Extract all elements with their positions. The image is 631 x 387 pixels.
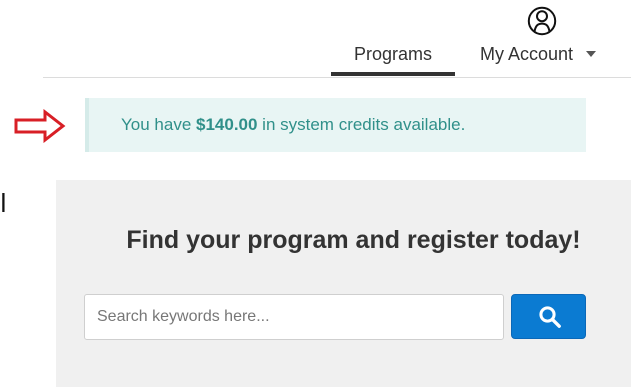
my-account-menu[interactable]: My Account [480, 40, 620, 74]
navigation-divider [43, 77, 631, 78]
credits-message-suffix: in system credits available. [257, 115, 466, 134]
system-credits-alert: You have $140.00 in system credits avail… [85, 98, 586, 152]
account-avatar-icon[interactable] [527, 6, 557, 36]
credits-amount: $140.00 [196, 115, 258, 134]
search-button[interactable] [511, 294, 586, 339]
search-input[interactable] [84, 294, 504, 340]
user-outline-icon [527, 6, 557, 36]
cropped-left-text-value: ill [0, 188, 7, 218]
programs-nav-label: Programs [353, 44, 433, 64]
programs-nav-tab[interactable]: Programs [331, 40, 455, 76]
my-account-label: My Account [480, 44, 574, 64]
cropped-left-text: ill [0, 186, 35, 220]
top-navigation: Programs My Account [0, 0, 631, 80]
credits-message-prefix: You have [121, 115, 196, 134]
caret-down-icon [586, 51, 597, 58]
search-icon [539, 306, 561, 328]
right-arrow-icon [14, 108, 66, 144]
right-arrow-icon [14, 108, 66, 144]
search-panel-title: Find your program and register today! [126, 225, 581, 254]
program-search-panel: Find your program and register today! [56, 180, 631, 387]
